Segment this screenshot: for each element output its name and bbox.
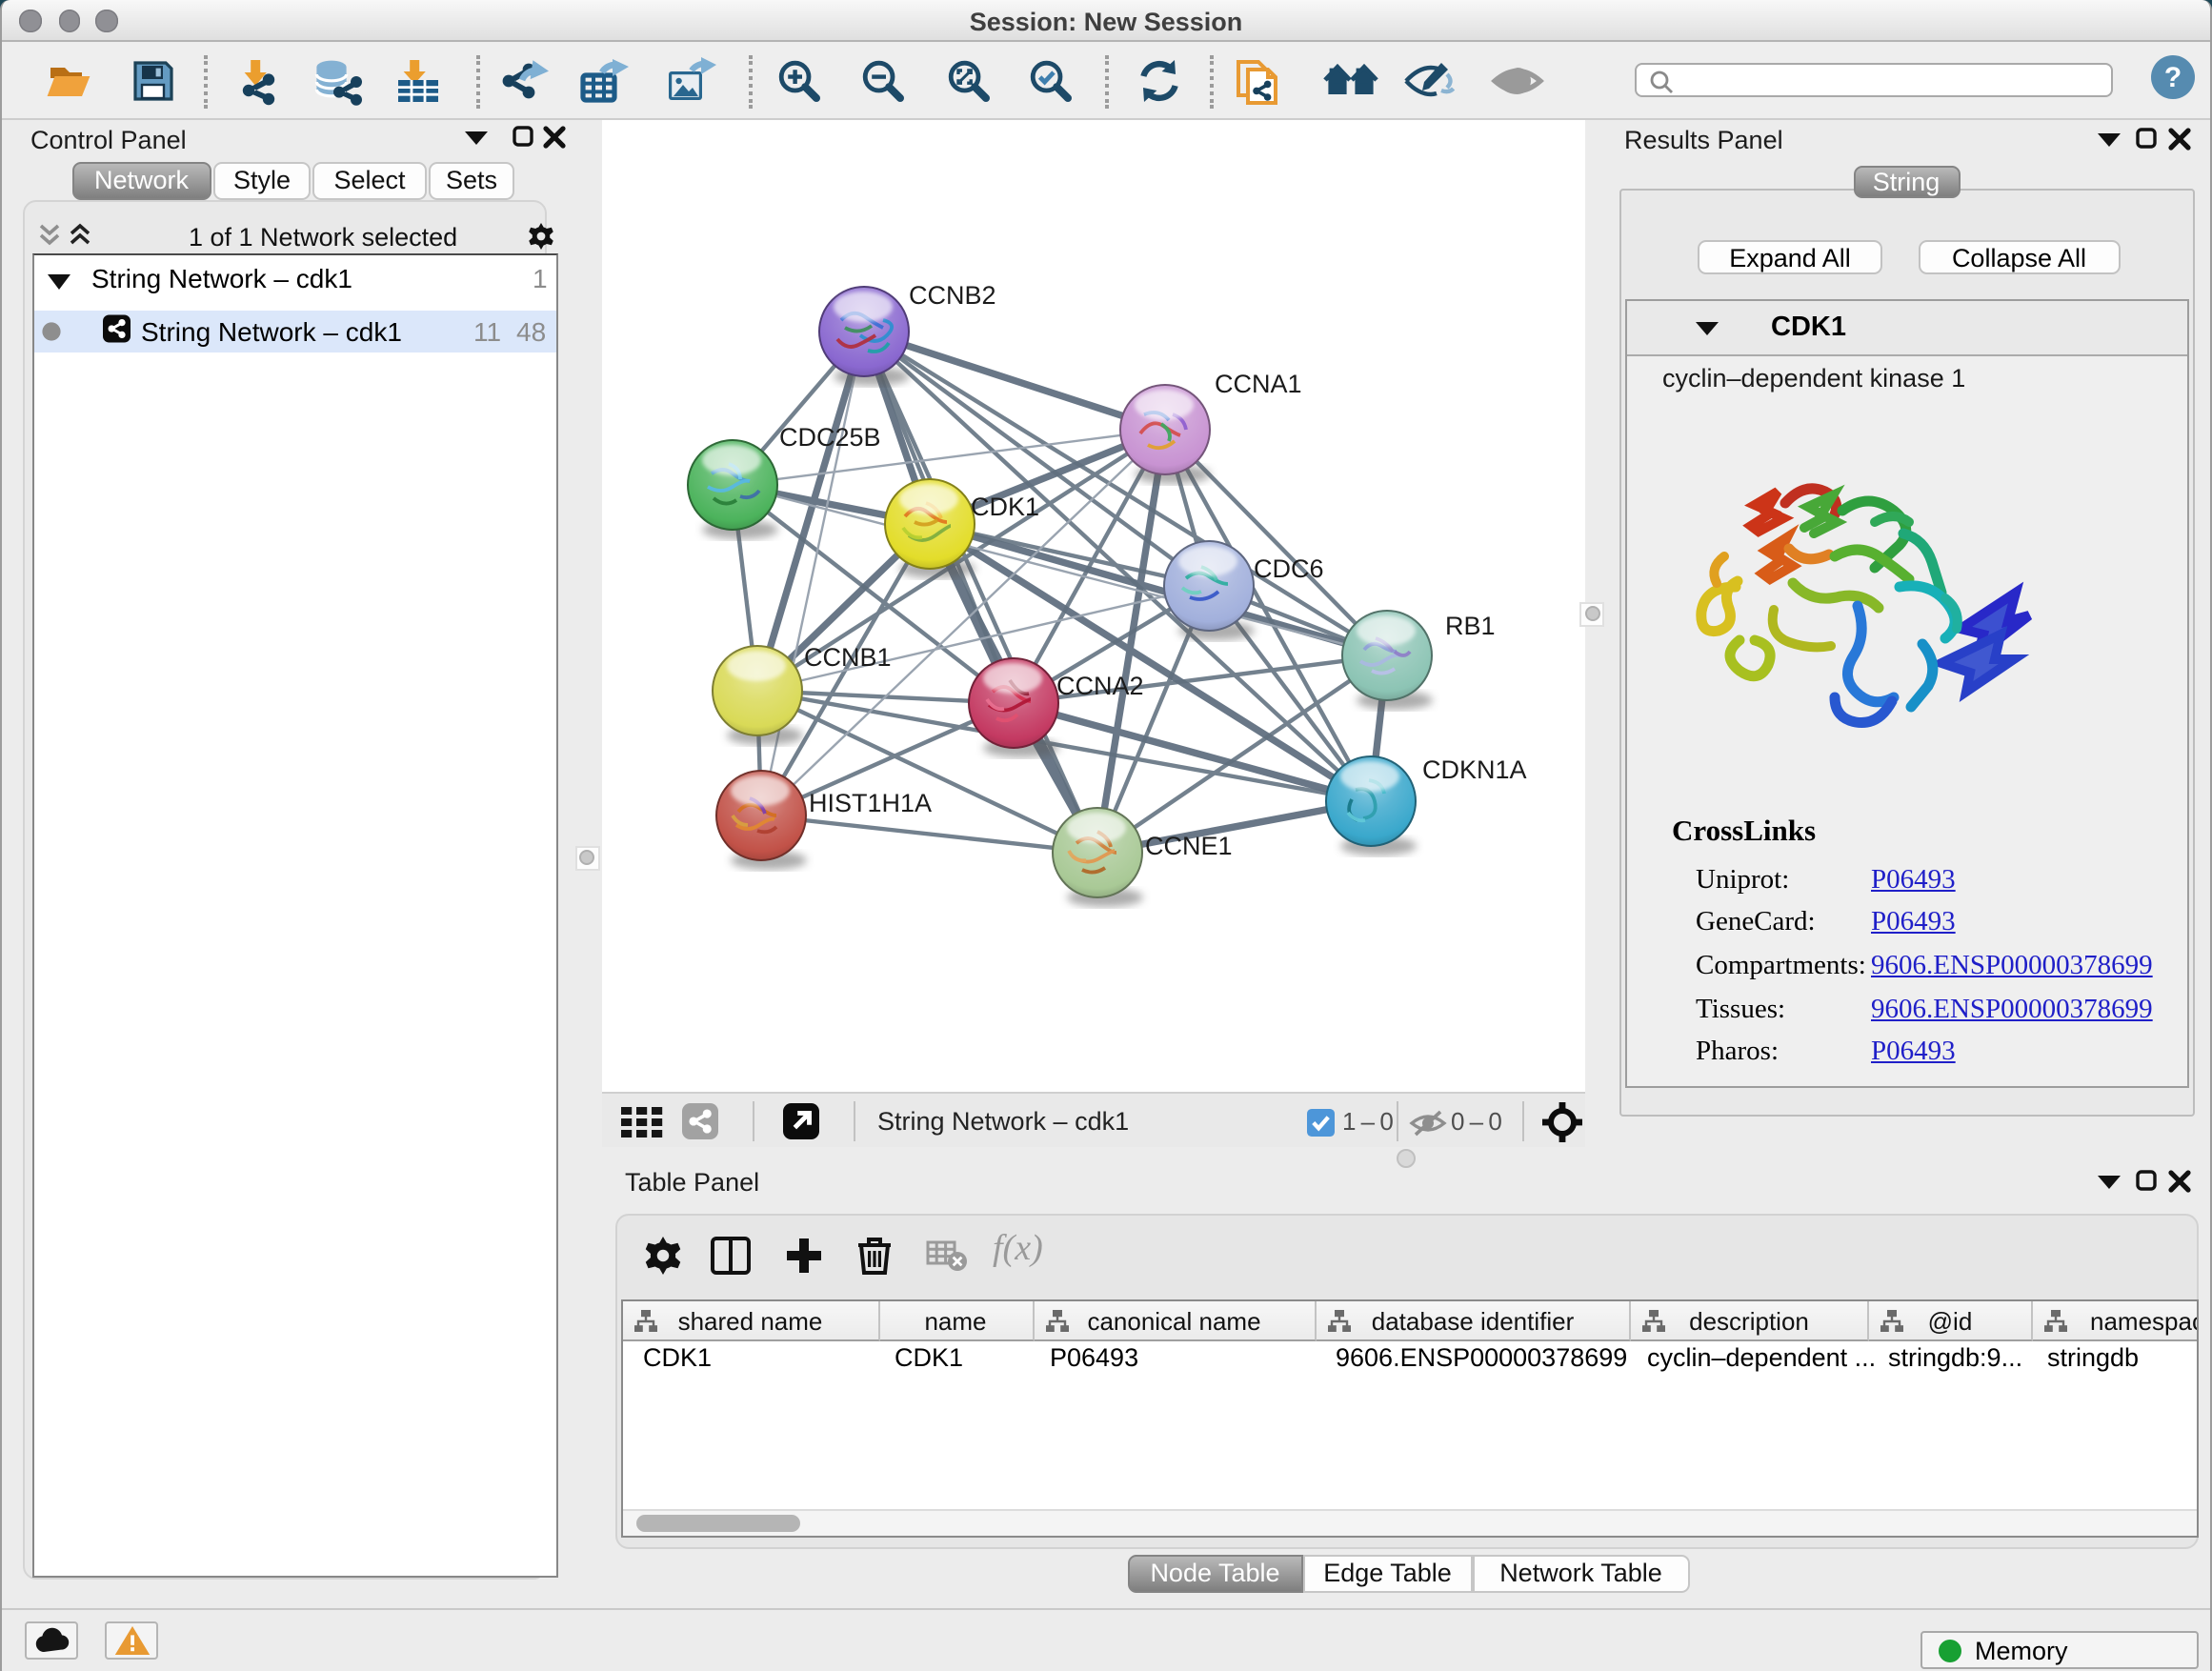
svg-text:?: ? xyxy=(2163,61,2181,92)
svg-text:CCNB1: CCNB1 xyxy=(803,643,891,672)
svg-text:HIST1H1A: HIST1H1A xyxy=(808,789,931,817)
svg-text:CDK1: CDK1 xyxy=(970,493,1038,521)
svg-text:CDC6: CDC6 xyxy=(1253,554,1323,583)
svg-text:CCNA1: CCNA1 xyxy=(1214,370,1301,398)
svg-text:CDKN1A: CDKN1A xyxy=(1421,755,1526,784)
svg-text:RB1: RB1 xyxy=(1444,612,1495,640)
svg-text:CCNA2: CCNA2 xyxy=(1056,672,1143,700)
svg-text:CCNE1: CCNE1 xyxy=(1144,832,1232,860)
svg-text:CDC25B: CDC25B xyxy=(778,423,880,452)
svg-text:CCNB2: CCNB2 xyxy=(908,281,995,310)
